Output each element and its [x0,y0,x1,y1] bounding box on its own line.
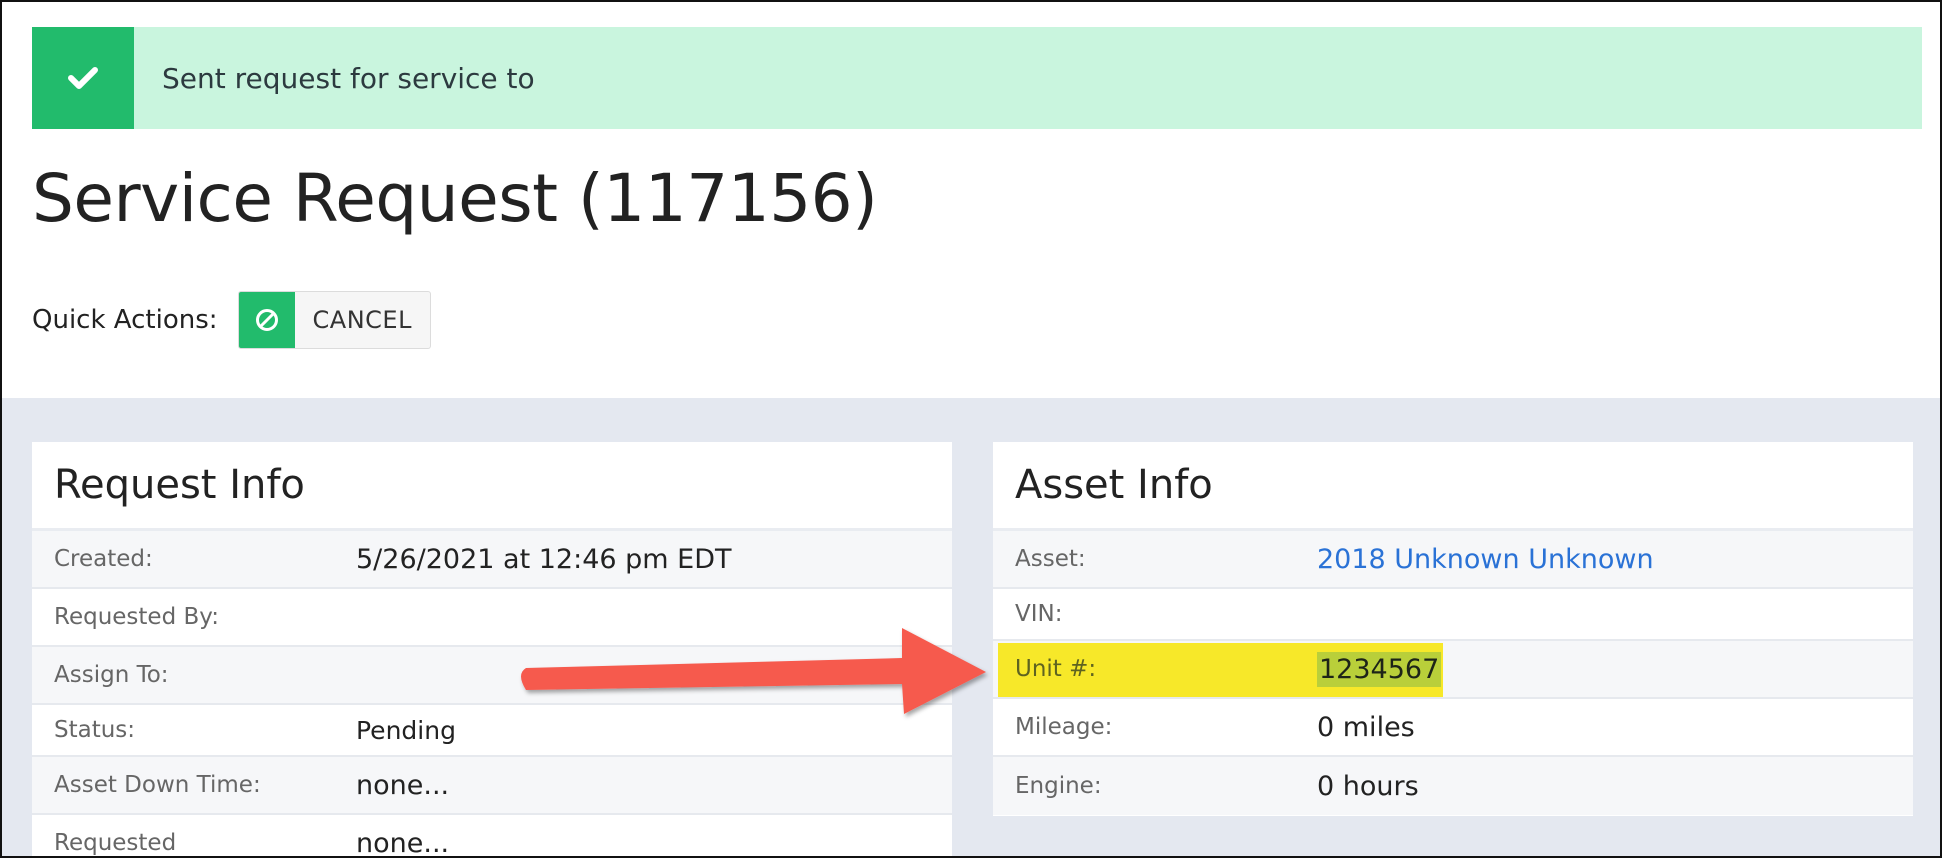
row-label: Asset: [1015,546,1086,572]
quick-actions: Quick Actions: CANCEL [32,291,431,349]
cancel-button[interactable]: CANCEL [237,291,431,349]
asset-row-engine: Engine: 0 hours [993,757,1913,815]
row-label: Mileage: [1015,714,1113,740]
asset-row-mileage: Mileage: 0 miles [993,699,1913,757]
row-value: Pending [356,715,456,745]
quick-actions-label: Quick Actions: [32,305,218,335]
row-label: Unit #: [1015,656,1097,682]
row-label: Engine: [1015,773,1102,799]
row-value: 1234567 [1317,651,1442,687]
row-value: 0 miles [1317,711,1415,743]
screenshot-frame: Sent request for service to Service Requ… [0,0,1942,858]
request-info-title: Request Info [32,442,952,531]
request-row-asset-down-time: Asset Down Time: none... [32,757,952,815]
cancel-icon-box [238,292,295,348]
asset-link[interactable]: 2018 Unknown Unknown [1317,544,1654,575]
row-label: Asset Down Time: [54,772,261,798]
banner-check-box [32,27,134,129]
row-label: VIN: [1015,601,1063,627]
asset-info-panel: Asset Info Asset: 2018 Unknown Unknown V… [993,442,1913,816]
page-title: Service Request (117156) [32,160,878,237]
asset-row-asset: Asset: 2018 Unknown Unknown [993,531,1913,589]
row-value: none... [356,827,450,858]
asset-row-vin: VIN: [993,589,1913,641]
ban-icon [255,309,278,331]
annotation-arrow-icon [521,628,986,714]
asset-info-title: Asset Info [993,442,1913,531]
row-value: 5/26/2021 at 12:46 pm EDT [356,543,732,575]
row-label: Status: [54,717,136,743]
cancel-button-label: CANCEL [312,306,412,334]
row-value: none... [356,769,450,801]
asset-row-unit-number: Unit #: 1234567 [993,641,1913,699]
request-row-created: Created: 5/26/2021 at 12:46 pm EDT [32,531,952,589]
row-label: Assign To: [54,662,169,688]
row-label: Requested [54,830,177,856]
check-icon [68,67,98,89]
row-value: 0 hours [1317,770,1419,802]
request-row-requested: Requested none... [32,815,952,858]
banner-message: Sent request for service to [162,61,535,95]
success-banner: Sent request for service to [32,27,1922,129]
row-label: Requested By: [54,604,219,630]
row-label: Created: [54,546,153,572]
